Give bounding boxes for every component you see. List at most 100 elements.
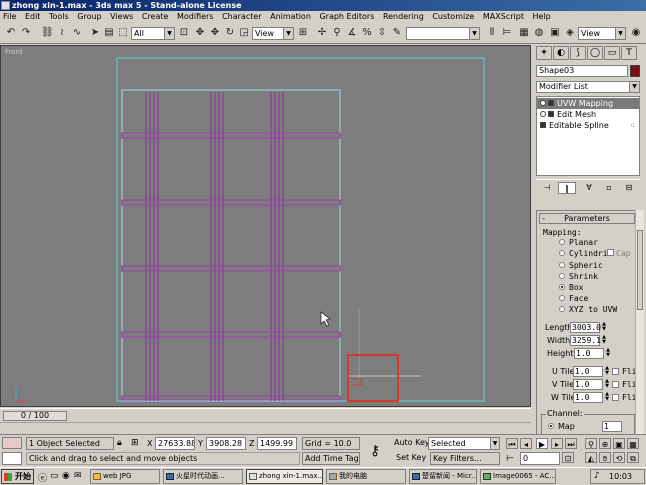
select-by-name-icon[interactable]: ▤ (102, 26, 116, 40)
zoom-extents-icon[interactable]: ▣ (613, 438, 625, 449)
angle-snap-icon[interactable]: ∡ (345, 26, 359, 40)
task-my-computer[interactable]: 我的电脑 (326, 469, 406, 484)
menu-file[interactable]: File (0, 11, 19, 23)
material-editor-icon[interactable]: ◍ (532, 26, 546, 40)
track-bar[interactable] (0, 422, 531, 434)
radio-xyz-to-uvw[interactable] (559, 306, 565, 312)
zoom-icon[interactable]: ⚲ (585, 438, 597, 449)
zoom-extents-all-icon[interactable]: ▦ (627, 438, 639, 449)
motion-tab-icon[interactable]: ◯ (587, 46, 603, 60)
v-flip-checkbox[interactable] (612, 381, 619, 388)
redo-icon[interactable]: ↷ (19, 26, 33, 40)
panel-scrollbar-thumb[interactable] (637, 230, 643, 310)
select-move-icon[interactable]: ✥ (208, 26, 222, 40)
unlink-icon[interactable]: ≀ (55, 26, 69, 40)
menu-help[interactable]: Help (530, 11, 554, 23)
radio-spherical[interactable] (559, 262, 565, 268)
length-spinner[interactable]: 3003.0 (570, 322, 601, 333)
next-frame-icon[interactable]: ▸ (551, 438, 563, 449)
menu-maxscript[interactable]: MAXScript (480, 11, 527, 23)
task-3dsmax[interactable]: zhong xin-1.max... (246, 469, 323, 484)
snap-toggle-icon[interactable]: ⚲ (330, 26, 344, 40)
pin-stack-icon[interactable]: ⊣ (538, 182, 556, 194)
arc-rotate-icon[interactable]: ⟲ (613, 452, 625, 463)
radio-cylindrical[interactable] (559, 250, 565, 256)
menu-tools[interactable]: Tools (46, 11, 72, 23)
width-spinner[interactable]: 3259.1 (570, 335, 601, 346)
time-slider[interactable]: 0 / 100 (0, 408, 531, 422)
height-spinner[interactable]: 1.0 (574, 348, 604, 359)
quick-launch-desktop-icon[interactable]: ▭ (50, 471, 59, 481)
modify-tab-icon[interactable]: ◐ (553, 46, 569, 60)
key-mode-dropdown[interactable]: Selected ▼ (428, 437, 500, 450)
utilities-tab-icon[interactable]: T (621, 46, 637, 60)
play-icon[interactable]: ▶ (536, 438, 548, 449)
utile-spinner-arrows-icon[interactable]: ▲ ▼ (604, 366, 610, 377)
time-slider-thumb[interactable]: 0 / 100 (3, 411, 67, 421)
select-object-icon[interactable]: ➤ (88, 26, 102, 40)
menu-graph-editors[interactable]: Graph Editors (316, 11, 377, 23)
volume-icon[interactable]: ♪ (594, 470, 600, 483)
task-acdsee[interactable]: Image0065 - AC... (480, 469, 556, 484)
quick-launch-ie-icon[interactable]: ⓔ (38, 471, 47, 484)
start-button[interactable]: 开始 (1, 469, 34, 484)
object-color-swatch[interactable] (630, 65, 640, 77)
set-key-button[interactable]: Set Key (394, 452, 428, 465)
menu-edit[interactable]: Edit (22, 11, 44, 23)
percent-snap-icon[interactable]: % (360, 26, 374, 40)
named-selection-sets-dropdown[interactable]: ▼ (406, 27, 480, 40)
menu-animation[interactable]: Animation (267, 11, 314, 23)
window-crossing-icon[interactable]: ⊡ (177, 26, 191, 40)
lock-selection-icon[interactable]: 🔒︎ (117, 438, 122, 448)
add-time-tag-button[interactable]: Add Time Tag (302, 452, 360, 465)
align-icon[interactable]: ⊨ (500, 26, 514, 40)
menu-rendering[interactable]: Rendering (380, 11, 427, 23)
current-frame-field[interactable]: 0 (520, 452, 560, 465)
menu-create[interactable]: Create (139, 11, 172, 23)
z-coordinate-field[interactable]: 1499.99 (257, 437, 297, 450)
wtile-spinner-arrows-icon[interactable]: ▲ ▼ (604, 392, 610, 403)
menu-views[interactable]: Views (107, 11, 136, 23)
sub-object-icon[interactable]: ⁖ (630, 120, 635, 131)
parameters-rollout-header[interactable]: - Parameters (539, 213, 635, 224)
pan-icon[interactable]: ✋︎ (599, 452, 611, 463)
radio-face[interactable] (559, 295, 565, 301)
render-type-dropdown[interactable]: View ▼ (578, 27, 626, 40)
menu-modifiers[interactable]: Modifiers (174, 11, 217, 23)
quick-render-icon[interactable]: ◈ (563, 26, 577, 40)
width-spinner-arrows-icon[interactable]: ▲ ▼ (601, 335, 607, 346)
object-name-field[interactable]: Shape03 (536, 65, 628, 77)
render-last-icon[interactable]: ◉ (629, 26, 643, 40)
bind-space-warp-icon[interactable]: ∿ (70, 26, 84, 40)
panel-scrollbar[interactable] (635, 210, 644, 438)
key-mode-toggle-icon[interactable]: ⊢ (506, 454, 514, 464)
length-spinner-arrows-icon[interactable]: ▲ ▼ (601, 322, 607, 333)
previous-frame-icon[interactable]: ◂ (520, 438, 532, 449)
radio-planar[interactable] (559, 239, 565, 245)
hierarchy-tab-icon[interactable]: ⟆ (570, 46, 586, 60)
absolute-mode-icon[interactable]: ⊞ (131, 438, 139, 448)
menu-character[interactable]: Character (219, 11, 265, 23)
stack-item-editable-spline[interactable]: Editable Spline ⁖ (537, 120, 639, 131)
move-icon[interactable]: ✥ (193, 26, 207, 40)
configure-modifier-sets-icon[interactable]: ⊟ (620, 182, 638, 194)
select-link-icon[interactable]: ⛓ (40, 26, 54, 40)
lightbulb-icon[interactable] (540, 111, 546, 117)
expand-icon[interactable] (540, 122, 546, 128)
region-select-icon[interactable]: ⬚ (116, 26, 130, 40)
wtile-spinner[interactable]: 1.0 (573, 392, 603, 403)
maxscript-input-mini[interactable] (2, 452, 22, 465)
map-channel-spinner[interactable]: 1 (602, 421, 622, 432)
selection-filter-dropdown[interactable]: All ▼ (131, 27, 175, 40)
auto-key-button[interactable]: Auto Key (394, 437, 428, 450)
vtile-spinner[interactable]: 1.0 (573, 379, 603, 390)
undo-icon[interactable]: ↶ (4, 26, 18, 40)
viewport-front[interactable]: Front (0, 45, 531, 407)
lightbulb-icon[interactable] (540, 100, 546, 106)
remove-modifier-icon[interactable]: ▫ (600, 182, 618, 194)
quick-launch-outlook-icon[interactable]: ✉ (74, 471, 82, 481)
render-scene-icon[interactable]: ▣ (548, 26, 562, 40)
quick-launch-media-icon[interactable]: ◉ (62, 471, 70, 481)
radio-map-channel[interactable] (548, 423, 554, 429)
expand-icon[interactable] (548, 111, 554, 117)
